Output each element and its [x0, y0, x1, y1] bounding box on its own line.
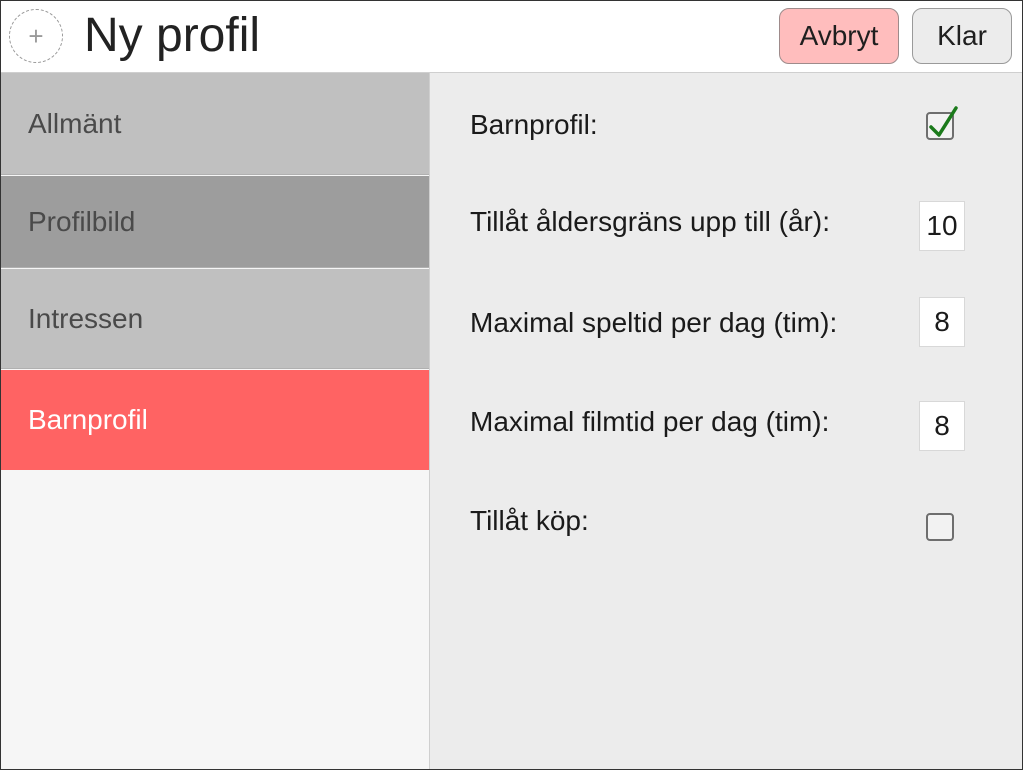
header-bar: + Ny profil Avbryt Klar	[1, 1, 1022, 73]
done-button[interactable]: Klar	[912, 8, 1012, 64]
age-limit-value: 10	[926, 210, 958, 241]
done-button-label: Klar	[937, 20, 987, 51]
sidebar-item-barnprofil[interactable]: Barnprofil	[1, 370, 429, 470]
sidebar: Allmänt Profilbild Intressen Barnprofil	[1, 73, 430, 769]
max-movie-time-input[interactable]: 8	[919, 401, 965, 451]
age-limit-input[interactable]: 10	[919, 201, 965, 251]
sidebar-item-intressen[interactable]: Intressen	[1, 269, 429, 369]
sidebar-item-label: Profilbild	[28, 205, 136, 237]
settings-panel: Barnprofil: Tillåt åldersgräns upp till …	[430, 73, 1022, 769]
max-movie-time-label: Maximal filmtid per dag (tim):	[470, 406, 830, 437]
allow-purchases-label: Tillåt köp:	[470, 505, 589, 536]
checkmark-icon	[929, 106, 958, 137]
cancel-button[interactable]: Avbryt	[779, 8, 899, 64]
sidebar-item-label: Allmänt	[28, 107, 122, 139]
max-game-time-input[interactable]: 8	[919, 297, 965, 347]
cancel-button-label: Avbryt	[799, 20, 879, 51]
sidebar-item-label: Intressen	[28, 302, 144, 334]
app-window: + Ny profil Avbryt Klar Allmänt Profilbi…	[0, 0, 1023, 770]
sidebar-item-label: Barnprofil	[28, 404, 148, 435]
sidebar-item-profilbild[interactable]: Profilbild	[1, 176, 429, 268]
age-limit-label: Tillåt åldersgräns upp till (år):	[470, 206, 830, 237]
plus-icon: +	[28, 21, 44, 51]
add-avatar-button[interactable]: +	[9, 9, 63, 63]
child-profile-label: Barnprofil:	[470, 109, 598, 140]
allow-purchases-checkbox[interactable]	[926, 513, 954, 541]
max-game-time-value: 8	[934, 306, 950, 337]
page-title: Ny profil	[84, 9, 261, 62]
max-movie-time-value: 8	[934, 410, 950, 441]
max-game-time-label: Maximal speltid per dag (tim):	[470, 307, 838, 338]
child-profile-checkbox[interactable]	[926, 106, 958, 140]
sidebar-item-allmant[interactable]: Allmänt	[1, 73, 429, 175]
